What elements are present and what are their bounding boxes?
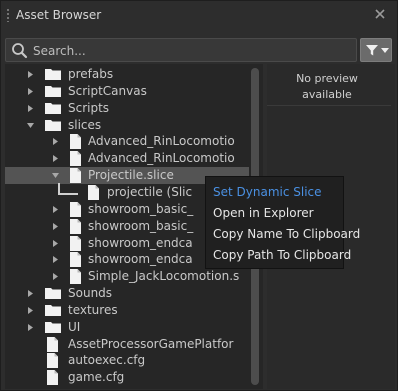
file-icon (70, 218, 81, 234)
menu-item-set-dynamic-slice[interactable]: Set Dynamic Slice (213, 185, 322, 199)
tree-connector (58, 192, 78, 195)
menu-item-copy-path[interactable]: Copy Path To Clipboard (213, 248, 351, 262)
tree-file-row[interactable]: autoexec.cfg (5, 352, 249, 369)
file-icon (47, 370, 58, 386)
tree-item-label: slices (68, 117, 102, 132)
file-icon (70, 201, 81, 217)
chevron-right-icon[interactable] (52, 273, 59, 281)
tree-folder-row[interactable]: Scripts (5, 100, 249, 117)
preview-message-line1: No preview (296, 72, 358, 85)
drag-grip-icon[interactable] (6, 8, 10, 22)
folder-icon (45, 102, 61, 114)
chevron-right-icon[interactable] (52, 222, 59, 230)
tree-folder-row[interactable]: Sounds (5, 285, 249, 302)
tree-folder-row[interactable]: slices (5, 117, 249, 134)
folder-icon (45, 321, 61, 333)
folder-icon (45, 69, 61, 80)
menu-item-open-in-explorer[interactable]: Open in Explorer (213, 206, 314, 220)
file-icon (47, 353, 58, 369)
tree-item-label: Scripts (68, 100, 110, 115)
tree-file-row[interactable]: AssetProcessorGamePlatfor (5, 336, 249, 353)
tree-file-row[interactable]: Advanced_RinLocomotio (5, 133, 249, 150)
tree-item-label: showroom_endca (88, 235, 193, 250)
chevron-down-icon (381, 48, 389, 53)
chevron-right-icon[interactable] (27, 306, 34, 314)
chevron-right-icon[interactable] (52, 256, 59, 264)
tree-item-label: AssetProcessorGamePlatfor (68, 336, 234, 351)
tree-item-label: Advanced_RinLocomotio (88, 134, 235, 149)
tree-file-row[interactable]: Advanced_RinLocomotio (5, 150, 249, 167)
folder-icon (45, 85, 61, 97)
search-row (5, 38, 393, 62)
chevron-down-icon[interactable] (27, 122, 34, 129)
chevron-right-icon[interactable] (27, 104, 34, 112)
file-icon (70, 168, 81, 184)
file-icon (70, 235, 81, 251)
tree-item-label: game.cfg (68, 370, 125, 385)
context-menu: Set Dynamic Slice Open in Explorer Copy … (205, 176, 360, 269)
preview-divider (267, 105, 391, 106)
title-bar[interactable]: Asset Browser (1, 1, 397, 31)
tree-item-label: Projectile.slice (88, 168, 174, 183)
tree-folder-row[interactable]: prefabs (5, 66, 249, 83)
tree-item-label: Simple_JackLocomotion.s (88, 269, 240, 284)
tree-item-label: Advanced_RinLocomotio (88, 151, 235, 166)
chevron-right-icon[interactable] (27, 323, 34, 331)
tree-item-label: showroom_basic_ (88, 201, 194, 216)
chevron-right-icon[interactable] (52, 205, 59, 213)
tree-item-label: projectile (Slic (107, 184, 193, 199)
search-input[interactable] (33, 41, 351, 60)
chevron-right-icon[interactable] (52, 239, 59, 247)
file-icon (70, 151, 81, 167)
chevron-right-icon[interactable] (27, 71, 34, 78)
file-icon (70, 269, 81, 285)
preview-message: No preview available (267, 71, 387, 103)
chevron-right-icon[interactable] (52, 155, 59, 163)
chevron-down-icon[interactable] (52, 172, 59, 179)
search-box[interactable] (5, 38, 357, 62)
filter-button[interactable] (360, 38, 392, 62)
chevron-right-icon[interactable] (52, 138, 59, 146)
filter-icon (366, 45, 378, 56)
folder-icon (45, 304, 61, 316)
asset-browser-window: Asset Browser prefabs ScriptCanvas Scripts… (0, 0, 398, 391)
tree-folder-row[interactable]: ScriptCanvas (5, 83, 249, 100)
chevron-right-icon[interactable] (27, 290, 34, 298)
tree-file-row[interactable]: Simple_JackLocomotion.s (5, 268, 249, 285)
tree-item-label: textures (68, 302, 118, 317)
window-title: Asset Browser (16, 8, 102, 22)
tree-file-row[interactable]: game.cfg (5, 369, 249, 386)
tree-item-label: UI (68, 319, 81, 334)
file-icon (70, 134, 81, 150)
file-icon (47, 336, 58, 352)
folder-icon (45, 288, 61, 300)
tree-item-label: prefabs (68, 67, 114, 81)
tree-item-label: Sounds (68, 286, 113, 301)
tree-item-label: showroom_basic_ (88, 218, 194, 233)
close-icon[interactable] (373, 7, 387, 21)
preview-message-line2: available (302, 88, 352, 101)
search-icon (12, 43, 28, 59)
chevron-right-icon[interactable] (27, 87, 34, 95)
file-icon (70, 252, 81, 268)
folder-icon (45, 119, 61, 131)
tree-folder-row[interactable]: textures (5, 302, 249, 319)
tree-item-label: ScriptCanvas (68, 83, 147, 98)
tree-item-label: autoexec.cfg (68, 353, 146, 368)
tree-item-label: showroom_endca (88, 252, 193, 267)
tree-folder-row[interactable]: UI (5, 319, 249, 336)
menu-item-copy-name[interactable]: Copy Name To Clipboard (213, 227, 360, 241)
file-icon (88, 184, 99, 200)
